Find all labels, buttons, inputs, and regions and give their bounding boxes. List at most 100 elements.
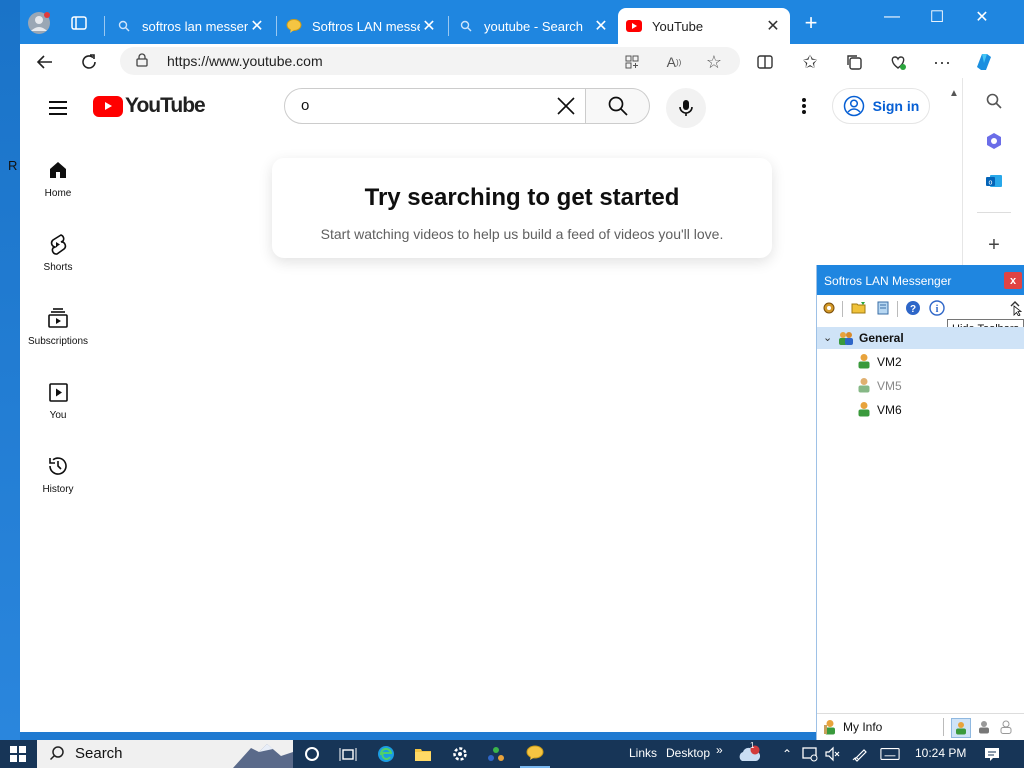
clear-search-icon[interactable] xyxy=(555,95,577,117)
task-view-icon[interactable] xyxy=(338,744,358,764)
tab-title: Softros LAN messen xyxy=(312,18,420,34)
file-explorer-icon[interactable] xyxy=(413,744,433,764)
search-input[interactable]: o xyxy=(284,88,586,124)
network-app-icon[interactable] xyxy=(486,744,506,764)
close-tab-icon[interactable]: ✕ xyxy=(764,16,782,36)
favorite-star-icon[interactable]: ☆ xyxy=(704,52,724,72)
desktop-toolbar[interactable]: Desktop xyxy=(666,746,710,760)
contact-item[interactable]: VM2 xyxy=(857,352,902,372)
my-info-icon xyxy=(824,720,835,735)
settings-gear-icon[interactable] xyxy=(821,300,837,316)
guide-item-you[interactable]: You xyxy=(20,380,96,421)
settings-dots-icon[interactable] xyxy=(792,94,816,118)
refresh-icon[interactable] xyxy=(76,49,102,75)
address-bar-row: https://www.youtube.com A)) ☆ ✩ ··· xyxy=(20,44,1024,79)
tab-youtube[interactable]: YouTube ✕ xyxy=(618,8,790,44)
weather-icon[interactable] xyxy=(736,744,762,764)
notification-alert-icon[interactable] xyxy=(800,744,820,764)
back-icon[interactable] xyxy=(32,49,58,75)
close-tab-icon[interactable]: ✕ xyxy=(592,16,610,36)
taskbar-search-box[interactable]: Search xyxy=(37,740,293,768)
windows-start-icon[interactable] xyxy=(8,744,28,764)
close-button[interactable]: x xyxy=(1004,272,1022,289)
about-info-icon[interactable]: i xyxy=(929,300,945,316)
open-folder-icon[interactable] xyxy=(851,300,867,316)
tab-youtube-search[interactable]: youtube - Search ✕ xyxy=(450,8,618,44)
message-history-icon[interactable] xyxy=(875,300,891,316)
scroll-up-arrow-icon[interactable]: ▲ xyxy=(949,88,959,99)
close-tab-icon[interactable]: ✕ xyxy=(420,16,438,36)
contact-name: VM6 xyxy=(877,403,902,417)
tab-softros-site[interactable]: Softros LAN messen ✕ xyxy=(278,8,446,44)
more-menu-icon[interactable]: ··· xyxy=(929,49,955,75)
contact-group-general[interactable]: ⌄ General xyxy=(817,327,1024,349)
youtube-icon xyxy=(93,95,123,117)
tab-actions-icon[interactable] xyxy=(66,10,92,36)
status-away-icon[interactable] xyxy=(975,718,993,736)
toolbar-overflow-chevron[interactable]: » xyxy=(716,743,723,757)
app-available-icon[interactable] xyxy=(622,52,642,72)
search-highlight-icon xyxy=(233,744,293,768)
add-sidebar-app-icon[interactable]: + xyxy=(983,234,1005,256)
clock-time[interactable]: 10:24 PM xyxy=(915,746,966,760)
copilot-sidebar-icon[interactable] xyxy=(983,130,1005,152)
read-aloud-icon[interactable]: A)) xyxy=(664,52,684,72)
taskbar-search-label: Search xyxy=(75,745,123,762)
guide-label: Subscriptions xyxy=(27,336,89,347)
guide-item-home[interactable]: Home xyxy=(20,158,96,199)
guide-item-shorts[interactable]: Shorts xyxy=(20,232,96,273)
youtube-logo[interactable]: YouTube xyxy=(93,94,206,118)
guide-item-history[interactable]: History xyxy=(20,454,96,495)
softros-title-bar[interactable]: Softros LAN Messenger x xyxy=(817,265,1024,295)
chevron-down-icon[interactable]: ⌄ xyxy=(823,331,832,344)
you-icon xyxy=(46,380,70,404)
copilot-icon[interactable] xyxy=(971,49,997,75)
search-icon xyxy=(608,96,628,116)
links-toolbar[interactable]: Links xyxy=(629,746,657,760)
close-window-icon[interactable]: ✕ xyxy=(962,6,1002,28)
cortana-icon[interactable] xyxy=(302,744,322,764)
favorites-icon[interactable]: ✩ xyxy=(797,49,823,75)
sidebar-divider xyxy=(977,212,1011,213)
edge-app-icon[interactable] xyxy=(376,744,396,764)
notification-center-icon[interactable] xyxy=(982,744,1002,764)
search-button[interactable] xyxy=(586,88,650,124)
voice-search-button[interactable] xyxy=(666,88,706,128)
sidebar-search-icon[interactable] xyxy=(983,90,1005,112)
home-icon xyxy=(46,158,70,182)
collections-icon[interactable] xyxy=(841,49,867,75)
maximize-icon[interactable]: ☐ xyxy=(917,6,957,28)
desktop-edge-text: R xyxy=(8,158,18,173)
browser-essentials-icon[interactable] xyxy=(885,49,911,75)
show-hidden-icons-chevron[interactable]: ⌃ xyxy=(777,744,797,764)
new-tab-icon[interactable]: + xyxy=(798,10,824,36)
pen-icon[interactable] xyxy=(850,744,870,764)
softros-taskbar-icon[interactable] xyxy=(520,740,550,768)
my-info-button[interactable]: My Info xyxy=(823,719,882,735)
softros-status-bar: My Info xyxy=(817,713,1024,740)
search-icon xyxy=(116,18,132,34)
split-screen-icon[interactable] xyxy=(752,49,778,75)
empty-feed-title: Try searching to get started xyxy=(364,184,680,211)
hamburger-menu-icon[interactable] xyxy=(46,96,70,120)
outlook-icon[interactable]: o xyxy=(983,170,1005,192)
volume-muted-icon[interactable] xyxy=(822,744,842,764)
guide-item-subscriptions[interactable]: Subscriptions xyxy=(20,306,96,347)
minimize-icon[interactable]: — xyxy=(872,6,912,28)
help-icon[interactable]: ? xyxy=(905,300,921,316)
sign-in-label: Sign in xyxy=(872,98,920,114)
shorts-icon xyxy=(46,232,70,256)
keyboard-icon[interactable] xyxy=(880,744,900,764)
close-tab-icon[interactable]: ✕ xyxy=(248,16,266,36)
hide-toolbars-icon[interactable] xyxy=(1007,300,1023,316)
profile-avatar[interactable] xyxy=(26,10,52,36)
status-offline-icon[interactable] xyxy=(997,718,1015,736)
contact-item[interactable]: VM5 xyxy=(857,376,902,396)
status-online-icon[interactable] xyxy=(951,718,971,738)
url-field[interactable]: https://www.youtube.com A)) ☆ xyxy=(120,47,740,75)
sign-in-button[interactable]: Sign in xyxy=(832,88,930,124)
settings-gear-icon[interactable] xyxy=(450,744,470,764)
tab-softros-search[interactable]: softros lan messeng ✕ xyxy=(108,8,274,44)
lock-icon[interactable] xyxy=(136,53,148,72)
contact-item[interactable]: VM6 xyxy=(857,400,902,420)
